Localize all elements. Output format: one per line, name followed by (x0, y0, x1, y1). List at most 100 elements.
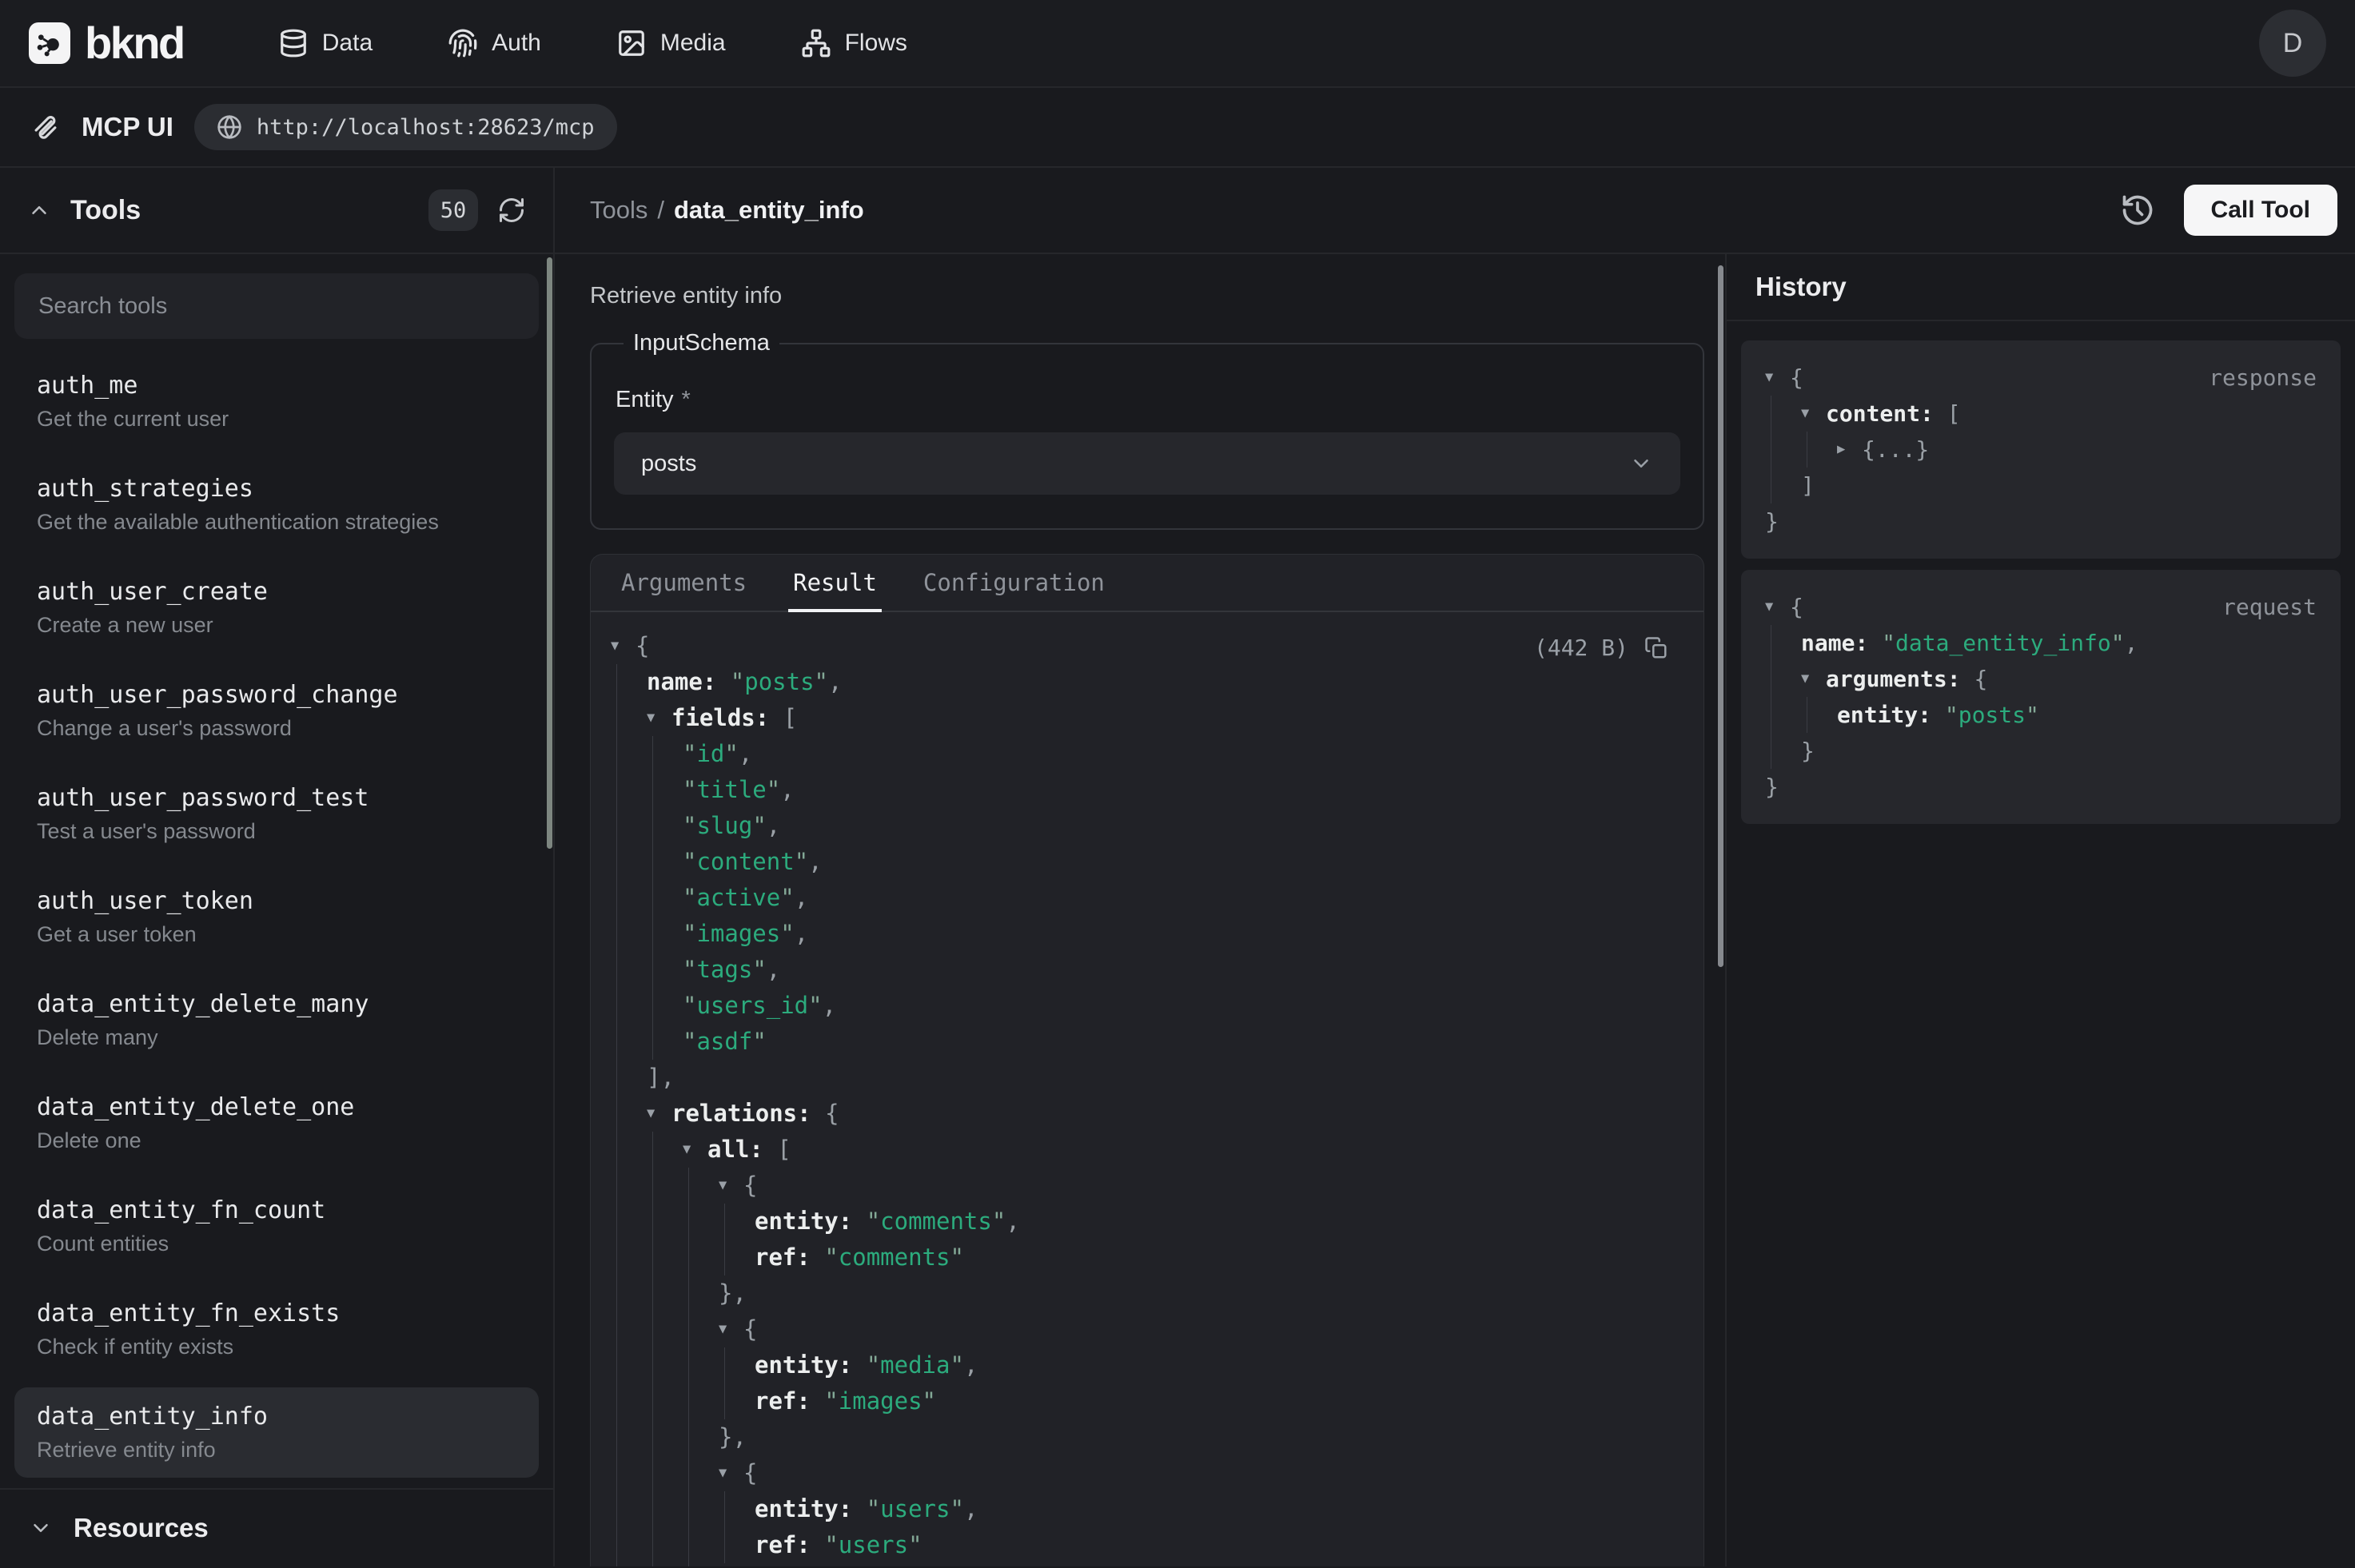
history-entry-request[interactable]: request▼{name: "data_entity_info",▼argum… (1741, 570, 2341, 824)
json-line: ▼{ (611, 1455, 1668, 1491)
indent-guide (683, 1240, 719, 1275)
tool-name: data_entity_fn_exists (37, 1299, 516, 1328)
indent-guide (611, 1563, 647, 1566)
copy-icon (1644, 636, 1668, 660)
tool-list-item[interactable]: data_entity_fn_existsCheck if entity exi… (14, 1284, 539, 1375)
breadcrumb-section[interactable]: Tools (590, 196, 648, 225)
content: Tools 50 auth_meGet the current userauth… (0, 168, 2355, 1566)
indent-guide (647, 1132, 683, 1168)
tool-name: data_entity_delete_one (37, 1093, 516, 1122)
mcp-bar: MCP UI http://localhost:28623/mcp (0, 88, 2355, 168)
collapse-arrow-icon[interactable]: ▼ (647, 1096, 671, 1132)
brand-logo[interactable]: bknd (29, 21, 184, 66)
tool-name: data_entity_fn_count (37, 1196, 516, 1225)
tool-list-item[interactable]: auth_user_password_changeChange a user's… (14, 666, 539, 756)
collapse-arrow-icon[interactable]: ▼ (683, 1132, 707, 1168)
search-input[interactable] (14, 273, 539, 339)
refresh-button[interactable] (497, 196, 526, 225)
json-line: entity: "comments", (611, 1204, 1668, 1240)
indent-guide (647, 1491, 683, 1527)
right-region: Tools / data_entity_info Call Tool Retri… (555, 168, 2355, 1566)
indent-guide (647, 1024, 683, 1060)
resources-section-header[interactable]: Resources (0, 1488, 553, 1566)
indent-guide (611, 1168, 647, 1204)
json-line: "id", (611, 736, 1668, 772)
call-tool-button[interactable]: Call Tool (2184, 185, 2337, 236)
indent-guide (611, 1060, 647, 1096)
tool-list-item[interactable]: data_entity_infoRetrieve entity info (14, 1387, 539, 1478)
history-list: response▼{▼content: [▶{...}]}request▼{na… (1727, 321, 2355, 1566)
json-line: "active", (611, 880, 1668, 916)
collapse-arrow-icon[interactable]: ▼ (1801, 396, 1826, 432)
history-icon (2120, 193, 2155, 228)
nav-item-auth[interactable]: Auth (448, 28, 541, 58)
tool-description: Get a user token (37, 922, 516, 947)
tool-list-item[interactable]: auth_user_token Get a user token (14, 872, 539, 962)
indent-guide (611, 664, 647, 700)
history-button[interactable] (2112, 185, 2163, 236)
input-schema-legend: InputSchema (624, 330, 779, 356)
tool-list-item[interactable]: auth_strategiesGet the available authent… (14, 460, 539, 550)
indent-guide (683, 1491, 719, 1527)
json-line: "users_id", (611, 988, 1668, 1024)
indent-guide (683, 1168, 719, 1204)
tab-configuration[interactable]: Configuration (922, 555, 1106, 611)
tool-detail-pane: Retrieve entity info InputSchema Entity*… (555, 254, 1725, 1566)
history-entry-response[interactable]: response▼{▼content: [▶{...}]} (1741, 340, 2341, 559)
indent-guide (611, 844, 647, 880)
tab-arguments[interactable]: Arguments (620, 555, 748, 611)
collapse-arrow-icon[interactable]: ▼ (611, 628, 636, 664)
json-line: ▼{ (611, 1168, 1668, 1204)
tool-list-item[interactable]: auth_user_password_testTest a user's pas… (14, 769, 539, 859)
search-wrapper (14, 273, 539, 339)
user-avatar[interactable]: D (2259, 10, 2326, 77)
history-panel: History response▼{▼content: [▶{...}]} req… (1725, 254, 2355, 1566)
collapse-arrow-icon[interactable]: ▼ (647, 700, 671, 736)
tool-description: Retrieve entity info (590, 283, 1704, 309)
collapse-arrow-icon[interactable]: ▼ (719, 1455, 743, 1491)
indent-guide (647, 916, 683, 952)
collapse-arrow-icon[interactable]: ▼ (1765, 360, 1790, 396)
tool-list-item[interactable]: auth_user_createCreate a new user (14, 563, 539, 653)
tools-sidebar: Tools 50 auth_meGet the current userauth… (0, 168, 555, 1566)
mcp-icon (30, 112, 61, 142)
tool-description: Get the available authentication strateg… (37, 510, 516, 535)
indent-guide (611, 880, 647, 916)
entity-select[interactable]: posts (614, 432, 1680, 495)
collapse-arrow-icon[interactable]: ▼ (719, 1311, 743, 1347)
resources-header-title: Resources (74, 1513, 209, 1543)
tab-result[interactable]: Result (791, 555, 879, 611)
main-scrollbar-thumb[interactable] (1718, 265, 1723, 967)
tool-name: auth_me (37, 372, 516, 400)
mcp-url-pill[interactable]: http://localhost:28623/mcp (194, 104, 617, 150)
indent-guide (1765, 468, 1801, 503)
tool-description: Test a user's password (37, 819, 516, 844)
copy-button[interactable] (1644, 636, 1668, 660)
indent-guide (647, 1240, 683, 1275)
tool-list-item[interactable]: data_entity_delete_oneDelete one (14, 1078, 539, 1168)
result-json-viewer: (442 B) ▼{name: "posts",▼fields: ["id","… (591, 612, 1703, 1566)
expand-arrow-icon[interactable]: ▶ (1837, 432, 1862, 468)
tool-name: auth_user_token (37, 887, 516, 916)
nav-item-flows[interactable]: Flows (801, 28, 907, 58)
tool-name: auth_user_create (37, 578, 516, 607)
json-line: entity: "users", (611, 1491, 1668, 1527)
indent-guide (647, 1275, 683, 1311)
indent-guide (611, 1347, 647, 1383)
tool-list-item[interactable]: data_entity_delete_manyDelete many (14, 975, 539, 1065)
indent-guide (611, 1491, 647, 1527)
tool-list-item[interactable]: auth_meGet the current user (14, 356, 539, 447)
history-entry-type: request (2222, 589, 2317, 625)
json-line: ], (611, 1060, 1668, 1096)
indent-guide (611, 1455, 647, 1491)
sidebar-scrollbar-thumb[interactable] (547, 257, 552, 849)
tools-section-header[interactable]: Tools 50 (0, 168, 553, 254)
tool-list-item[interactable]: data_entity_fn_countCount entities (14, 1181, 539, 1272)
nav-item-data[interactable]: Data (278, 28, 373, 58)
indent-guide (611, 700, 647, 736)
history-title: History (1727, 254, 2355, 321)
collapse-arrow-icon[interactable]: ▼ (719, 1168, 743, 1204)
collapse-arrow-icon[interactable]: ▼ (1765, 589, 1790, 625)
nav-item-media[interactable]: Media (616, 28, 726, 58)
collapse-arrow-icon[interactable]: ▼ (1801, 661, 1826, 697)
